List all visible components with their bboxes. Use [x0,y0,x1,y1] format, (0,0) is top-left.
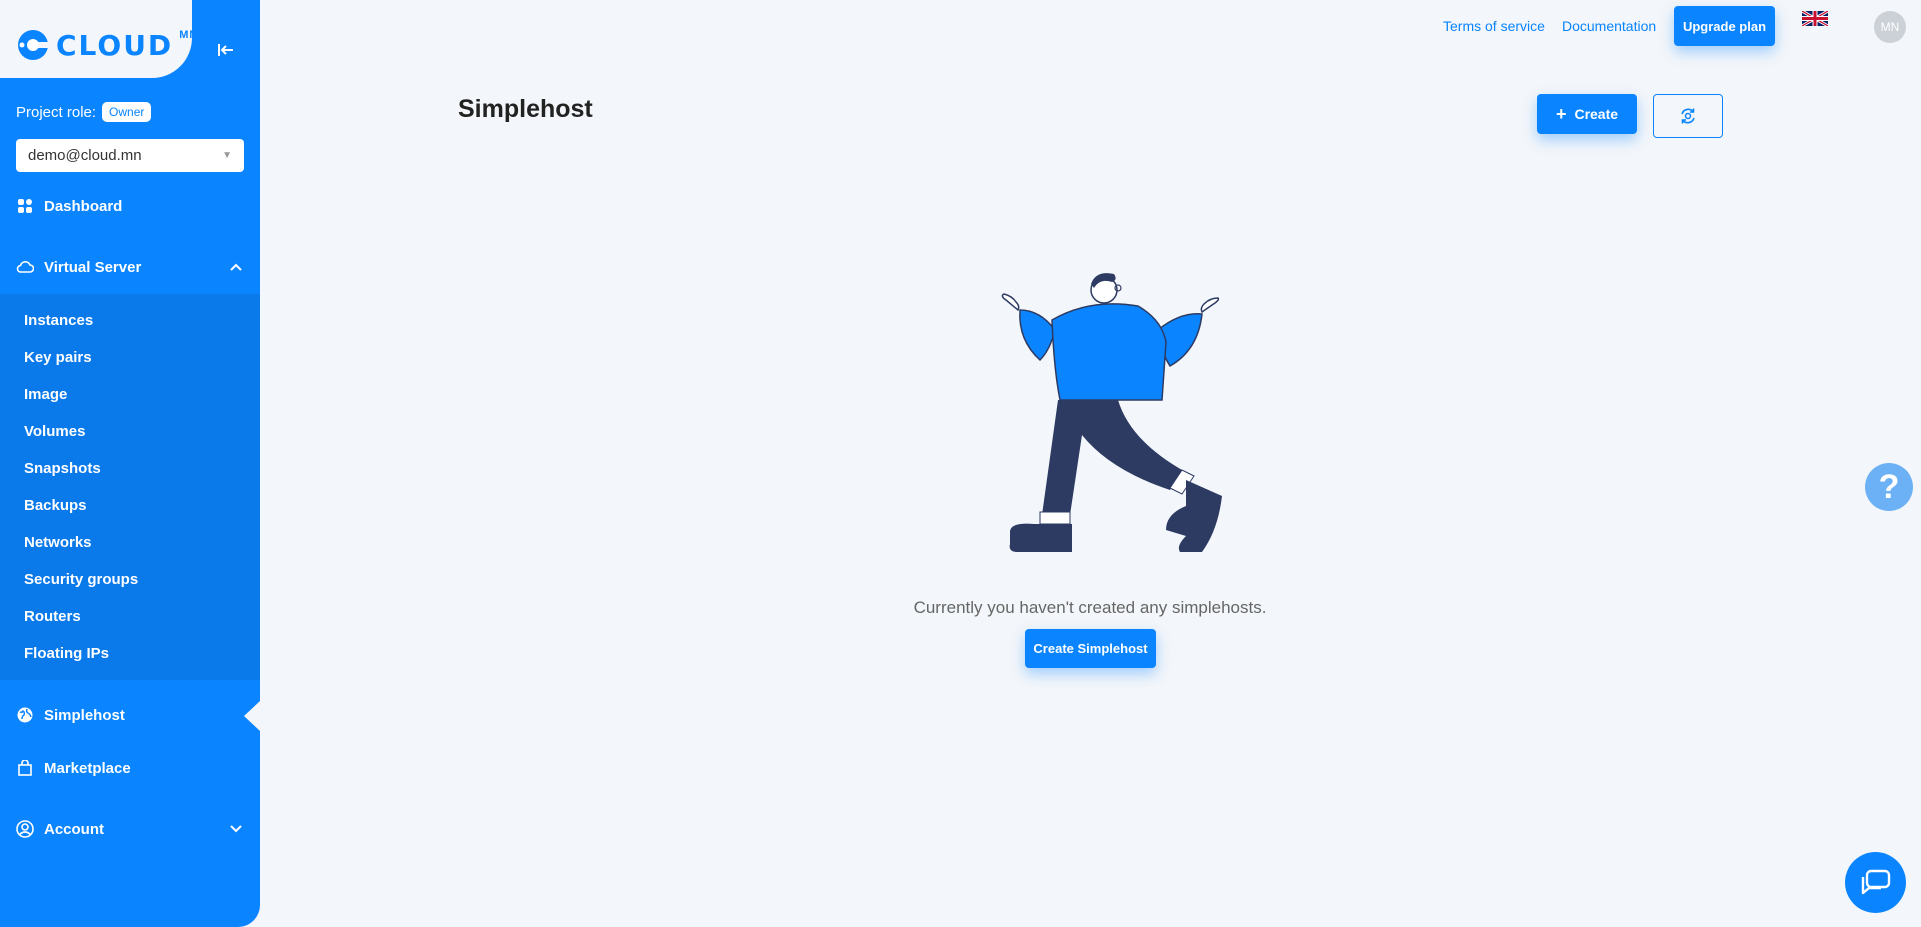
active-indicator [244,701,260,731]
user-circle-icon [16,820,34,838]
globe-icon [16,706,34,724]
project-role: Project role: Owner [16,102,152,122]
project-role-label: Project role: [16,103,97,121]
refresh-icon [1681,108,1695,124]
documentation-link[interactable]: Documentation [1562,18,1656,34]
chat-button[interactable] [1845,852,1906,913]
sidebar-item-image[interactable]: Image [24,386,67,403]
sidebar: CLOUD MN Project role: Owner demo@cloud.… [0,0,260,927]
create-button-label: Create [1574,106,1619,122]
uk-flag-icon[interactable] [1802,11,1828,26]
virtual-server-submenu: Instances Key pairs Image Volumes Snapsh… [0,294,260,680]
nav-virtual-server[interactable]: Virtual Server [0,247,260,287]
nav-account[interactable]: Account [0,809,260,849]
nav-simplehost-label: Simplehost [44,706,125,724]
nav-marketplace-label: Marketplace [44,759,131,777]
empty-state-message: Currently you haven't created any simple… [913,598,1267,617]
upgrade-plan-button[interactable]: Upgrade plan [1674,6,1775,46]
sidebar-item-networks[interactable]: Networks [24,534,92,551]
nav-dashboard[interactable]: Dashboard [0,186,260,226]
sidebar-item-backups[interactable]: Backups [24,497,87,514]
create-simplehost-button[interactable]: Create Simplehost [1025,629,1156,668]
create-button[interactable]: + Create [1537,94,1637,134]
chevron-down-icon: ▼ [222,150,232,161]
plus-icon: + [1555,104,1567,124]
collapse-left-icon [218,44,233,56]
chevron-up-icon [230,258,242,275]
terms-of-service-link[interactable]: Terms of service [1443,18,1545,34]
shopping-bag-icon [16,759,34,777]
avatar[interactable]: MN [1874,11,1906,43]
refresh-button[interactable] [1653,94,1723,138]
nav-account-label: Account [44,820,104,838]
sidebar-item-routers[interactable]: Routers [24,608,81,625]
empty-state-illustration [1001,273,1222,552]
collapse-sidebar-button[interactable] [192,22,260,78]
sidebar-item-instances[interactable]: Instances [24,312,93,329]
role-badge: Owner [102,102,152,122]
nav-virtual-server-label: Virtual Server [44,258,142,276]
sidebar-item-snapshots[interactable]: Snapshots [24,460,101,477]
sidebar-item-floating-ips[interactable]: Floating IPs [24,645,109,662]
cloud-icon [16,258,34,276]
sidebar-item-volumes[interactable]: Volumes [24,423,85,440]
sidebar-item-security-groups[interactable]: Security groups [24,571,138,588]
cloud-logo-icon [18,30,50,60]
project-select[interactable]: demo@cloud.mn ▼ [16,139,244,172]
chat-bubble-icon [1861,869,1890,894]
nav-simplehost[interactable]: Simplehost [0,695,260,735]
help-button[interactable]: ? [1865,463,1913,511]
sidebar-item-key-pairs[interactable]: Key pairs [24,349,92,366]
dashboard-icon [16,197,34,215]
nav-marketplace[interactable]: Marketplace [0,748,260,788]
nav-dashboard-label: Dashboard [44,197,123,215]
project-select-value: demo@cloud.mn [28,147,142,164]
page-title: Simplehost [458,95,593,123]
chevron-down-icon [230,820,242,837]
